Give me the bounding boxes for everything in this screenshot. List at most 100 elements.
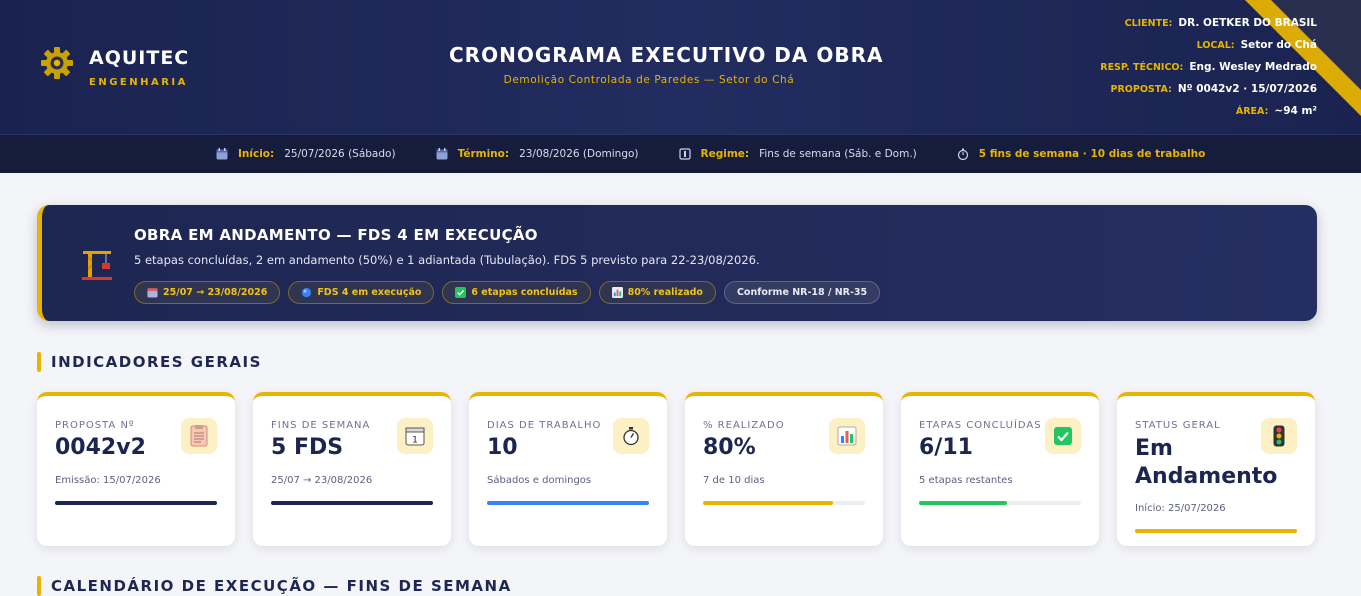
kpi-label: ETAPAS CONCLUÍDAS: [919, 420, 1042, 431]
calendar-icon: [216, 148, 228, 160]
brand-tagline: ENGENHARIA: [89, 77, 188, 88]
info-value: DR. OETKER DO BRASIL: [1178, 17, 1317, 29]
header-title-block: CRONOGRAMA EXECUTIVO DA OBRA Demolição C…: [449, 43, 884, 86]
kpi-sub: Início: 25/07/2026: [1135, 503, 1226, 514]
schedule-end: Término: 23/08/2026 (Domingo): [436, 148, 639, 160]
kpi-sub: Sábados e domingos: [487, 475, 592, 486]
chip-progress: 80% realizado: [598, 281, 716, 304]
chip-label: 25/07 → 23/08/2026: [163, 287, 268, 298]
kpi-card-workdays: DIAS DE TRABALHO 10 Sábados e domingos: [469, 392, 667, 546]
end-label: Término:: [457, 148, 510, 160]
page-header: AQUITEC ENGENHARIA CRONOGRAMA EXECUTIVO …: [0, 0, 1361, 134]
kpi-value: 6/11: [919, 435, 973, 460]
banner-description: 5 etapas concluídas, 2 em andamento (50%…: [134, 253, 760, 267]
info-key: LOCAL:: [1196, 40, 1235, 51]
info-key: CLIENTE:: [1124, 18, 1173, 29]
kpi-value: 0042v2: [55, 435, 146, 460]
kpi-icon-box: [181, 418, 217, 454]
kpi-progress-fill: [55, 501, 217, 505]
svg-text:1: 1: [412, 436, 418, 446]
gear-icon: [41, 47, 73, 79]
info-value: Nº 0042v2 · 15/07/2026: [1177, 83, 1317, 95]
kpi-icon-box: [1261, 418, 1297, 454]
stopwatch-icon: [957, 148, 968, 160]
kpi-icon-box: [613, 418, 649, 454]
kpi-progress-fill: [703, 501, 833, 505]
kpi-progress-track: [55, 501, 217, 505]
page-subtitle: Demolição Controlada de Paredes — Setor …: [503, 74, 795, 86]
kpi-sub: 25/07 → 23/08/2026: [271, 475, 373, 486]
calendar-icon: 1: [405, 427, 425, 446]
kpi-icon-box: [829, 418, 865, 454]
kpi-progress-fill: [487, 501, 649, 505]
kpi-sub: 7 de 10 dias: [703, 475, 765, 486]
info-value: ~94 m²: [1274, 105, 1317, 117]
kpi-sub: Emissão: 15/07/2026: [55, 475, 161, 486]
stopwatch-icon: [623, 427, 639, 446]
calendar-icon: [147, 288, 158, 298]
regime-value: Fins de semana (Sáb. e Dom.): [759, 148, 917, 160]
kpi-label: STATUS GERAL: [1135, 420, 1221, 431]
banner-chips: 25/07 → 23/08/2026 FDS 4 em execução 6 e…: [134, 281, 888, 304]
chip-label: Conforme NR-18 / NR-35: [736, 287, 868, 298]
section-accent: [37, 352, 41, 372]
section-label: CALENDÁRIO DE EXECUÇÃO — FINS DE SEMANA: [51, 577, 512, 595]
kpi-progress-track: [271, 501, 433, 505]
info-client: CLIENTE: DR. OETKER DO BRASIL: [1100, 14, 1317, 36]
chart-icon: [611, 287, 623, 298]
banner-title: OBRA EM ANDAMENTO — FDS 4 EM EXECUÇÃO: [134, 226, 538, 244]
kpi-progress-fill: [271, 501, 433, 505]
chip-period: 25/07 → 23/08/2026: [134, 281, 281, 304]
schedule-summary: 5 fins de semana · 10 dias de trabalho: [957, 148, 1206, 160]
kpi-value: 5 FDS: [271, 435, 344, 460]
kpi-card-progress: % REALIZADO 80% 7 de 10 dias: [685, 392, 883, 546]
kpi-sub: 5 etapas restantes: [919, 475, 1013, 486]
chip-compliance: Conforme NR-18 / NR-35: [723, 281, 881, 304]
project-info: CLIENTE: DR. OETKER DO BRASIL LOCAL: Setor…: [1100, 14, 1317, 124]
info-value: Eng. Wesley Medrado: [1189, 61, 1317, 73]
check-icon: [1054, 427, 1072, 445]
section-label: INDICADORES GERAIS: [51, 353, 262, 371]
bar-chart-icon: [837, 426, 857, 446]
summary-text: 5 fins de semana · 10 dias de trabalho: [978, 148, 1206, 160]
chip-label: 6 etapas concluídas: [471, 287, 578, 298]
section-title-calendar: CALENDÁRIO DE EXECUÇÃO — FINS DE SEMANA: [37, 576, 512, 596]
kpi-label: FINS DE SEMANA: [271, 420, 371, 431]
kpi-card-stages: ETAPAS CONCLUÍDAS 6/11 5 etapas restante…: [901, 392, 1099, 546]
kpi-progress-track: [487, 501, 649, 505]
kpi-progress-fill: [919, 501, 1008, 505]
kpi-progress-track: [1135, 529, 1297, 533]
kpi-label: % REALIZADO: [703, 420, 785, 431]
check-icon: [455, 287, 467, 298]
schedule-bar: Início: 25/07/2026 (Sábado) Término: 23/…: [0, 134, 1361, 173]
calendar-icon: [436, 148, 448, 160]
info-location: LOCAL: Setor do Chá: [1100, 36, 1317, 58]
info-key: RESP. TÉCNICO:: [1100, 62, 1184, 73]
kpi-label: DIAS DE TRABALHO: [487, 420, 602, 431]
section-accent: [37, 576, 41, 596]
end-value: 23/08/2026 (Domingo): [519, 148, 639, 160]
kpi-value: 80%: [703, 435, 756, 460]
info-key: ÁREA:: [1235, 106, 1269, 117]
chip-label: 80% realizado: [627, 287, 703, 298]
blue-dot-icon: [302, 287, 312, 298]
schedule-regime: Regime: Fins de semana (Sáb. e Dom.): [678, 148, 917, 160]
chip-stages-done: 6 etapas concluídas: [442, 281, 591, 304]
kpi-card-status: STATUS GERAL Em Andamento Início: 25/07/…: [1117, 392, 1315, 546]
document-icon: [190, 425, 208, 447]
kpi-progress-track: [703, 501, 865, 505]
kpi-label: PROPOSTA Nº: [55, 420, 135, 431]
crane-icon: [82, 251, 112, 280]
kpi-progress-track: [919, 501, 1081, 505]
info-area: ÁREA: ~94 m²: [1100, 102, 1317, 124]
traffic-light-icon: [1273, 425, 1285, 447]
start-value: 25/07/2026 (Sábado): [284, 148, 396, 160]
regime-icon: [678, 148, 691, 160]
status-banner: OBRA EM ANDAMENTO — FDS 4 EM EXECUÇÃO 5 …: [37, 205, 1317, 321]
kpi-value: 10: [487, 435, 518, 460]
page-title: CRONOGRAMA EXECUTIVO DA OBRA: [449, 43, 884, 67]
kpi-icon-box: 1: [397, 418, 433, 454]
schedule-start: Início: 25/07/2026 (Sábado): [216, 148, 396, 160]
info-engineer: RESP. TÉCNICO: Eng. Wesley Medrado: [1100, 58, 1317, 80]
brand-name: AQUITEC: [89, 47, 190, 69]
